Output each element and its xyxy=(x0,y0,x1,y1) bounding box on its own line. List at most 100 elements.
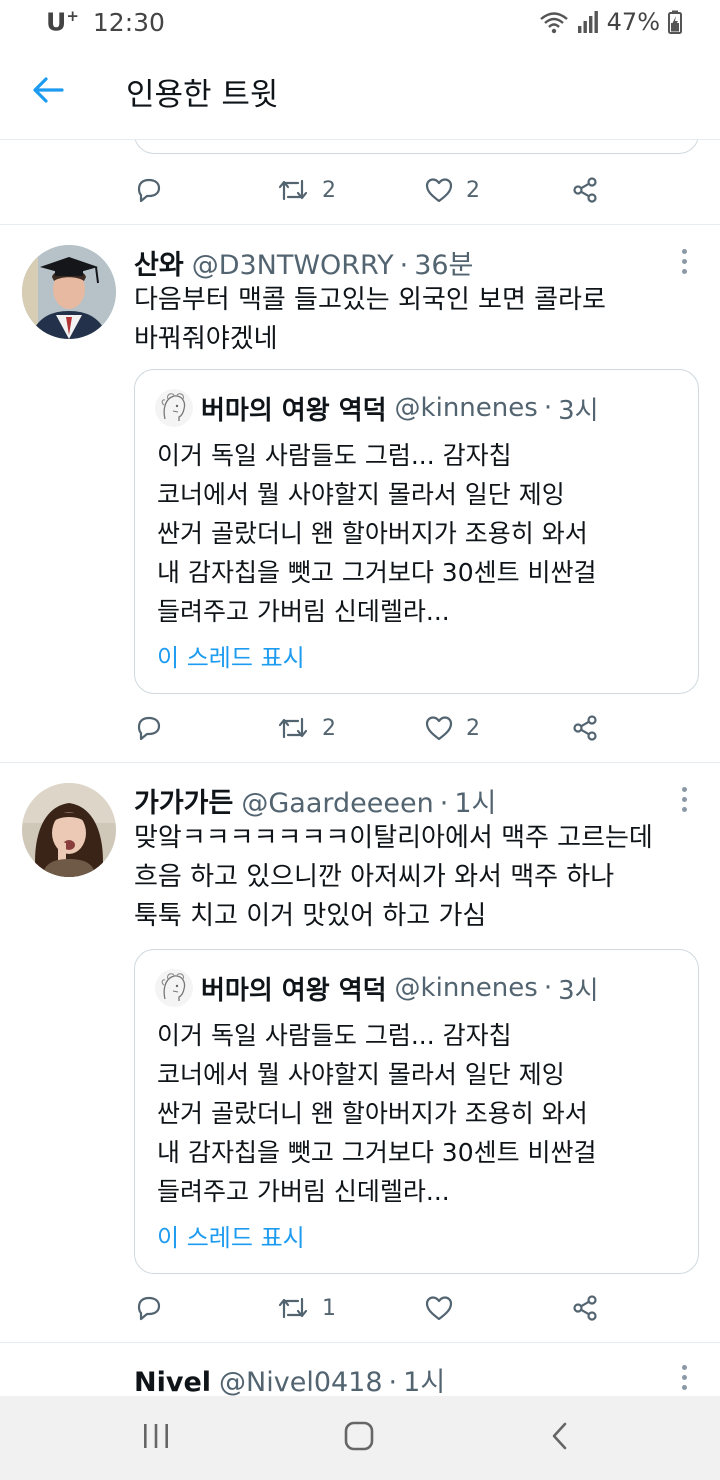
quoted-author-handle: @kinnenes xyxy=(394,973,538,1003)
author-handle[interactable]: @D3NTWORRY xyxy=(192,250,394,281)
author-handle[interactable]: @Gaardeeeen xyxy=(241,788,433,819)
tweet-item[interactable]: 산와 @D3NTWORRY · 36분 다음부터 맥콜 들고있는 외국인 보면 … xyxy=(0,225,720,762)
quoted-text-line: 내 감자칩을 뺏고 그거보다 30센트 비싼걸 xyxy=(157,558,597,587)
author-handle[interactable]: @Nivel0418 xyxy=(219,1367,383,1396)
avatar xyxy=(155,969,193,1007)
quoted-tweet-card[interactable]: 버마의 여왕 역덕 @kinnenes · 3시 이거 독일 사람들도 그럼..… xyxy=(134,949,699,1274)
tweet-text-line: 흐음 하고 있으니깐 아저씨가 와서 맥주 하나 xyxy=(134,862,615,892)
like-button[interactable]: 2 xyxy=(424,175,480,205)
share-button[interactable] xyxy=(570,713,600,743)
signal-icon xyxy=(577,10,599,34)
tweet-text-line: 맞앜ㅋㅋㅋㅋㅋㅋㅋ이탈리아에서 맥주 고르는데 xyxy=(134,823,653,853)
avatar[interactable] xyxy=(22,245,116,339)
recents-icon xyxy=(141,1422,171,1454)
tweet-text-line: 바꿔줘야겠네 xyxy=(134,324,278,354)
quoted-text-line: 코너에서 뭘 사야할지 몰라서 일단 제잉 xyxy=(157,1060,565,1089)
retweet-button[interactable]: 2 xyxy=(276,713,336,743)
heart-icon xyxy=(424,175,454,205)
heart-icon xyxy=(424,713,454,743)
previous-quote-card[interactable] xyxy=(134,140,699,154)
quoted-author-handle: @kinnenes xyxy=(394,393,538,423)
status-right: 47% xyxy=(539,8,682,36)
quoted-tweet-header: 버마의 여왕 역덕 @kinnenes · 3시 xyxy=(155,389,599,427)
nav-back-button[interactable] xyxy=(530,1416,590,1460)
home-icon xyxy=(343,1420,375,1456)
tweet-text: 맞앜ㅋㅋㅋㅋㅋㅋㅋ이탈리아에서 맥주 고르는데 흐음 하고 있으니깐 아저씨가 … xyxy=(134,819,704,936)
author-name[interactable]: 가가가든 xyxy=(134,781,233,820)
reply-button[interactable] xyxy=(134,1293,164,1323)
author-name[interactable]: 산와 xyxy=(134,243,184,282)
separator-dot: · xyxy=(543,393,553,423)
home-button[interactable] xyxy=(329,1416,389,1460)
carrier-name: U xyxy=(46,7,67,37)
retweet-count: 2 xyxy=(322,715,336,741)
previous-tweet-actions: 2 2 xyxy=(134,165,614,215)
quoted-text-line: 이거 독일 사람들도 그럼... 감자칩 xyxy=(157,441,512,470)
tweet-item[interactable]: Nivel @Nivel0418 · 1시 xyxy=(0,1343,720,1396)
tweet-header: 가가가든 @Gaardeeeen · 1시 xyxy=(134,781,497,820)
tweet-actions: 1 xyxy=(134,1283,614,1333)
quoted-text-line: 들려주고 가버림 신데렐라... xyxy=(157,1177,450,1206)
share-button[interactable] xyxy=(570,1293,600,1323)
page-title: 인용한 트윗 xyxy=(126,77,279,113)
retweet-button[interactable]: 2 xyxy=(276,175,336,205)
share-icon xyxy=(570,1293,600,1323)
separator-dot: · xyxy=(388,1367,398,1396)
more-options-button[interactable] xyxy=(672,1357,696,1396)
status-time: 12:30 xyxy=(92,7,165,37)
quoted-tweet-time: 3시 xyxy=(558,975,599,1006)
system-nav-bar xyxy=(0,1396,720,1480)
separator-dot: · xyxy=(399,250,409,281)
back-button[interactable] xyxy=(0,44,96,140)
recents-button[interactable] xyxy=(126,1416,186,1460)
avatar[interactable] xyxy=(22,783,116,877)
reply-button[interactable] xyxy=(134,713,164,743)
like-count: 2 xyxy=(466,177,480,203)
reply-icon xyxy=(134,175,164,205)
more-options-button[interactable] xyxy=(672,241,696,281)
retweet-icon xyxy=(276,1293,310,1323)
quoted-text-line: 싼거 골랐더니 왠 할아버지가 조용히 와서 xyxy=(157,1099,588,1128)
quoted-text-line: 싼거 골랐더니 왠 할아버지가 조용히 와서 xyxy=(157,519,588,548)
retweet-icon xyxy=(276,713,310,743)
arrow-left-icon xyxy=(32,76,64,108)
tweet-time: 1시 xyxy=(454,788,497,819)
like-count: 2 xyxy=(466,715,480,741)
show-thread-link[interactable]: 이 스레드 표시 xyxy=(157,638,305,673)
show-thread-link[interactable]: 이 스레드 표시 xyxy=(157,1218,305,1253)
quoted-text-line: 코너에서 뭘 사야할지 몰라서 일단 제잉 xyxy=(157,480,565,509)
quoted-tweet-time: 3시 xyxy=(558,395,599,426)
quoted-author-name: 버마의 여왕 역덕 xyxy=(201,395,387,426)
quote-tweets-feed[interactable]: 2 2 산와 @D3NTWORRY · 36분 다음부터 맥콜 들고있는 외국인… xyxy=(0,140,720,1396)
tweet-item[interactable]: 가가가든 @Gaardeeeen · 1시 맞앜ㅋㅋㅋㅋㅋㅋㅋ이탈리아에서 맥주… xyxy=(0,763,720,1342)
quoted-tweet-text: 이거 독일 사람들도 그럼... 감자칩 코너에서 뭘 사야할지 몰라서 일단 … xyxy=(157,1016,677,1211)
status-bar: U+ 12:30 47% xyxy=(0,0,720,44)
like-button[interactable] xyxy=(424,1293,466,1323)
heart-icon xyxy=(424,1293,454,1323)
more-options-button[interactable] xyxy=(672,779,696,819)
quoted-tweet-text: 이거 독일 사람들도 그럼... 감자칩 코너에서 뭘 사야할지 몰라서 일단 … xyxy=(157,436,677,631)
share-button[interactable] xyxy=(570,175,600,205)
separator-dot: · xyxy=(439,788,449,819)
tweet-actions: 2 2 xyxy=(134,703,614,753)
carrier-mark: + xyxy=(66,7,79,26)
tweet-header: Nivel @Nivel0418 · 1시 xyxy=(134,1360,445,1396)
share-icon xyxy=(570,175,600,205)
battery-icon xyxy=(668,10,682,34)
reply-button[interactable] xyxy=(134,175,164,205)
retweet-count: 2 xyxy=(322,177,336,203)
share-icon xyxy=(570,713,600,743)
carrier-label: U+ xyxy=(46,7,79,36)
tweet-time: 36분 xyxy=(414,250,474,281)
tweet-header: 산와 @D3NTWORRY · 36분 xyxy=(134,243,474,282)
quoted-author-name: 버마의 여왕 역덕 xyxy=(201,975,387,1006)
like-button[interactable]: 2 xyxy=(424,713,480,743)
quoted-tweet-card[interactable]: 버마의 여왕 역덕 @kinnenes · 3시 이거 독일 사람들도 그럼..… xyxy=(134,369,699,694)
battery-percent: 47% xyxy=(606,8,660,36)
separator-dot: · xyxy=(543,973,553,1003)
tweet-text: 다음부터 맥콜 들고있는 외국인 보면 콜라로 바꿔줘야겠네 xyxy=(134,281,704,359)
quoted-tweet-header: 버마의 여왕 역덕 @kinnenes · 3시 xyxy=(155,969,599,1007)
retweet-button[interactable]: 1 xyxy=(276,1293,336,1323)
screen: U+ 12:30 47% 인용한 트윗 2 2 산와 @D3NTWORRY · … xyxy=(0,0,720,1480)
author-name[interactable]: Nivel xyxy=(134,1367,211,1396)
